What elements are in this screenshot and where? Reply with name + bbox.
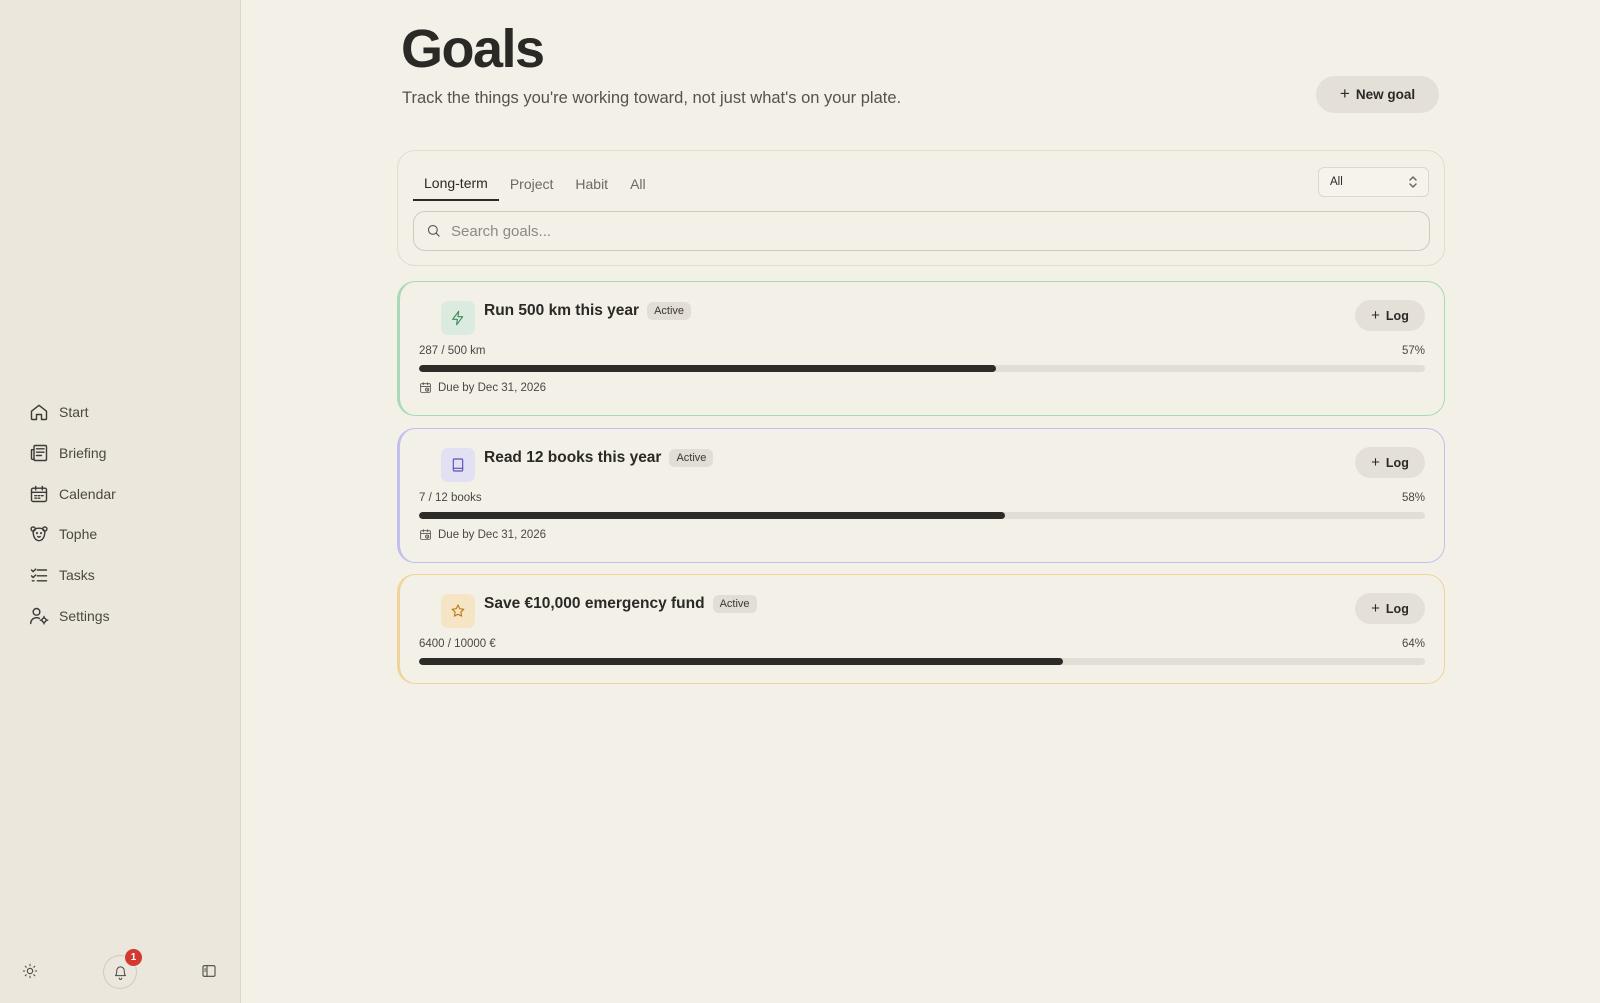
calendar-clock-icon — [420, 382, 431, 393]
progress-text: 6400 / 10000 € — [419, 638, 496, 650]
search-icon — [426, 223, 442, 239]
sidebar-item-briefing[interactable]: Briefing — [28, 433, 116, 474]
progress-text: 287 / 500 km — [419, 345, 486, 357]
newspaper-icon — [28, 442, 50, 464]
new-goal-button[interactable]: + New goal — [1316, 76, 1439, 113]
log-label: Log — [1385, 601, 1409, 616]
progress-text: 7 / 12 books — [419, 492, 482, 504]
goal-type-tabs: Long-term Project Habit All — [413, 167, 657, 201]
goal-card[interactable]: Run 500 km this year Active + Log 287 / … — [397, 281, 1445, 416]
home-icon — [28, 401, 50, 423]
progress-fill — [419, 365, 997, 372]
progress-percent: 57% — [1401, 345, 1425, 357]
notifications-button[interactable]: 1 — [103, 948, 143, 989]
sidebar-item-label: Calendar — [59, 485, 116, 502]
page-subtitle: Track the things you're working toward, … — [402, 89, 902, 107]
lightning-icon — [452, 310, 464, 326]
chevron-up-down-icon — [1407, 174, 1419, 193]
list-checks-icon — [28, 564, 50, 586]
goal-title: Save €10,000 emergency fund — [484, 595, 705, 612]
goal-title-row: Read 12 books this year Active — [484, 449, 714, 467]
bear-icon — [28, 523, 50, 545]
status-badge: Active — [712, 595, 757, 613]
status-badge: Active — [669, 449, 714, 467]
goal-title: Run 500 km this year — [484, 302, 640, 319]
new-goal-label: New goal — [1355, 87, 1416, 102]
goal-card[interactable]: Save €10,000 emergency fund Active + Log… — [397, 574, 1445, 684]
goal-icon-box — [441, 301, 475, 335]
goal-icon-box — [441, 594, 475, 628]
due-date-text: Due by Dec 31, 2026 — [438, 381, 547, 394]
filter-panel: Long-term Project Habit All All — [397, 150, 1445, 266]
sidebar-item-calendar[interactable]: Calendar — [28, 473, 116, 514]
sidebar-item-tophe[interactable]: Tophe — [28, 514, 116, 555]
due-date: Due by Dec 31, 2026 — [419, 528, 546, 541]
progress-fill — [419, 658, 1063, 665]
progress-track — [419, 512, 1425, 519]
sidebar-item-label: Briefing — [59, 445, 107, 462]
plus-icon: + — [1371, 599, 1380, 617]
calendar-icon — [28, 483, 50, 505]
goal-title-row: Run 500 km this year Active — [484, 302, 692, 320]
page-title: Goals — [401, 19, 545, 79]
tab-project[interactable]: Project — [499, 167, 565, 201]
goal-title-row: Save €10,000 emergency fund Active — [484, 595, 757, 613]
progress-percent: 64% — [1401, 638, 1425, 650]
progress-track — [419, 658, 1425, 665]
tab-long-term[interactable]: Long-term — [413, 167, 499, 201]
goal-card[interactable]: Read 12 books this year Active + Log 7 /… — [397, 428, 1445, 563]
sidebar-item-label: Start — [59, 404, 89, 421]
tab-all[interactable]: All — [619, 167, 657, 201]
status-select[interactable]: All — [1318, 167, 1429, 197]
due-date: Due by Dec 31, 2026 — [419, 381, 546, 394]
sidebar-item-tasks[interactable]: Tasks — [28, 555, 116, 596]
plus-icon: + — [1339, 83, 1350, 103]
status-select-value: All — [1330, 176, 1343, 188]
sidebar-panel-icon — [202, 965, 216, 977]
sidebar-item-settings[interactable]: Settings — [28, 595, 116, 636]
user-cog-icon — [28, 605, 50, 627]
search-box — [413, 211, 1430, 251]
plus-icon: + — [1371, 306, 1380, 324]
bell-icon — [114, 965, 126, 980]
search-input[interactable] — [451, 222, 1351, 240]
sidebar-footer: 1 — [0, 943, 241, 1003]
log-label: Log — [1385, 455, 1409, 470]
log-button[interactable]: + Log — [1355, 593, 1425, 624]
sidebar: Start Briefing Calendar Tophe Tasks Sett… — [0, 0, 241, 1003]
log-button[interactable]: + Log — [1355, 447, 1425, 478]
sidebar-item-label: Tasks — [59, 567, 95, 584]
sun-icon — [22, 963, 38, 979]
goal-title: Read 12 books this year — [484, 449, 662, 466]
log-button[interactable]: + Log — [1355, 300, 1425, 331]
notification-count-badge: 1 — [124, 948, 143, 967]
star-icon — [451, 604, 465, 617]
progress-track — [419, 365, 1425, 372]
due-date-text: Due by Dec 31, 2026 — [438, 528, 547, 541]
collapse-sidebar-button[interactable] — [201, 963, 221, 983]
goal-icon-box — [441, 448, 475, 482]
status-badge: Active — [647, 302, 692, 320]
sidebar-item-start[interactable]: Start — [28, 392, 116, 433]
calendar-clock-icon — [420, 529, 431, 540]
log-label: Log — [1385, 308, 1409, 323]
sidebar-item-label: Tophe — [59, 526, 98, 543]
plus-icon: + — [1371, 453, 1380, 471]
sidebar-item-label: Settings — [59, 607, 110, 624]
sidebar-nav: Start Briefing Calendar Tophe Tasks Sett… — [28, 392, 116, 636]
tab-habit[interactable]: Habit — [564, 167, 619, 201]
book-icon — [452, 458, 464, 472]
progress-fill — [419, 512, 1006, 519]
theme-toggle-button[interactable] — [22, 963, 42, 983]
progress-percent: 58% — [1401, 492, 1425, 504]
